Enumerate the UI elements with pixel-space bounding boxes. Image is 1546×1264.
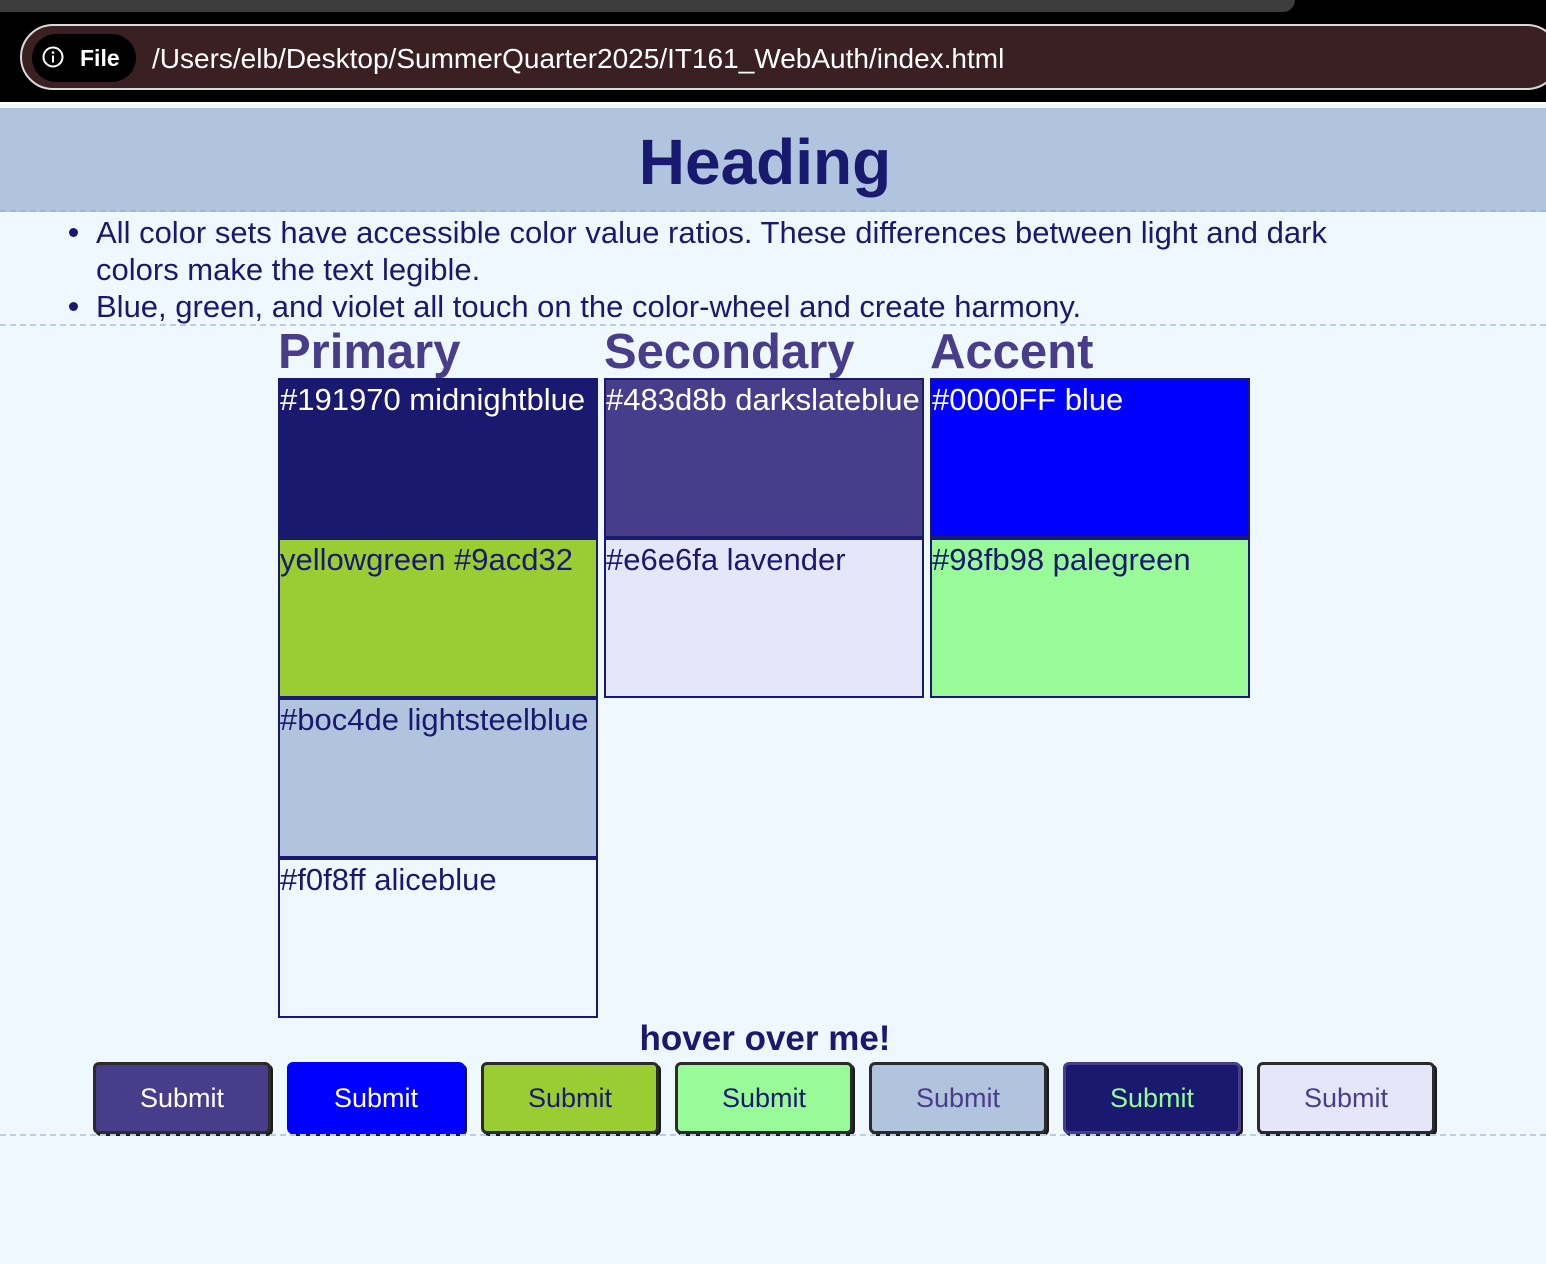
swatch-darkslateblue: #483d8b darkslateblue (604, 378, 924, 538)
list-item-text: All color sets have accessible color val… (96, 215, 1327, 287)
site-info-label: File (80, 45, 120, 71)
swatch-lightsteelblue: #boc4de lightsteelblue (278, 698, 598, 858)
list-item-text: Blue, green, and violet all touch on the… (96, 289, 1082, 324)
swatch-label: #0000FF blue (932, 382, 1124, 417)
list-item: Blue, green, and violet all touch on the… (69, 288, 1386, 325)
swatch-label: #boc4de lightsteelblue (280, 702, 589, 737)
url-text[interactable]: /Users/elb/Desktop/SummerQuarter2025/IT1… (152, 43, 1004, 75)
page-content: Heading All color sets have accessible c… (0, 104, 1546, 1264)
submit-button-lightsteelblue[interactable]: Submit (869, 1062, 1047, 1134)
bullet-icon (69, 228, 78, 237)
swatch-label: #f0f8ff aliceblue (280, 862, 497, 897)
swatch-label: #483d8b darkslateblue (606, 382, 920, 417)
submit-button-yellowgreen[interactable]: Submit (481, 1062, 659, 1134)
swatch-label: #191970 midnightblue (280, 382, 586, 417)
swatch-yellowgreen: yellowgreen #9acd32 (278, 538, 598, 698)
submit-button-blue[interactable]: Submit (287, 1062, 465, 1134)
bottom-divider (0, 1134, 1546, 1136)
swatch-palegreen: #98fb98 palegreen (930, 538, 1250, 698)
accent-heading: Accent (930, 325, 1094, 379)
site-info-chip[interactable]: File (32, 34, 136, 82)
secondary-heading: Secondary (604, 325, 855, 379)
primary-column: Primary #191970 midnightblue yellowgreen… (278, 326, 598, 1018)
list-item: All color sets have accessible color val… (69, 214, 1386, 288)
hover-label: hover over me! (639, 1019, 891, 1058)
submit-button-midnightblue[interactable]: Submit (1063, 1062, 1241, 1134)
page-title: Heading (638, 126, 892, 198)
swatch-label: #e6e6fa lavender (606, 542, 846, 577)
swatch-midnightblue: #191970 midnightblue (278, 378, 598, 538)
primary-heading: Primary (278, 325, 461, 379)
browser-chrome: File /Users/elb/Desktop/SummerQuarter202… (0, 0, 1546, 104)
submit-button-palegreen[interactable]: Submit (675, 1062, 853, 1134)
swatch-lavender: #e6e6fa lavender (604, 538, 924, 698)
swatch-blue: #0000FF blue (930, 378, 1250, 538)
submit-button-darkslateblue[interactable]: Submit (93, 1062, 271, 1134)
intro-list: All color sets have accessible color val… (69, 214, 1386, 325)
page-header: Heading (0, 108, 1546, 212)
swatch-label: yellowgreen #9acd32 (280, 542, 573, 577)
tab-strip (0, 0, 1295, 12)
bullet-icon (69, 302, 78, 311)
button-row: Submit Submit Submit Submit Submit Submi… (93, 1062, 1493, 1134)
address-bar[interactable]: File /Users/elb/Desktop/SummerQuarter202… (20, 24, 1546, 90)
secondary-column: Secondary #483d8b darkslateblue #e6e6fa … (604, 326, 924, 698)
swatch-label: #98fb98 palegreen (932, 542, 1191, 577)
accent-column: Accent #0000FF blue #98fb98 palegreen (930, 326, 1250, 698)
submit-button-lavender[interactable]: Submit (1257, 1062, 1435, 1134)
swatch-aliceblue: #f0f8ff aliceblue (278, 858, 598, 1018)
info-icon (42, 46, 64, 68)
